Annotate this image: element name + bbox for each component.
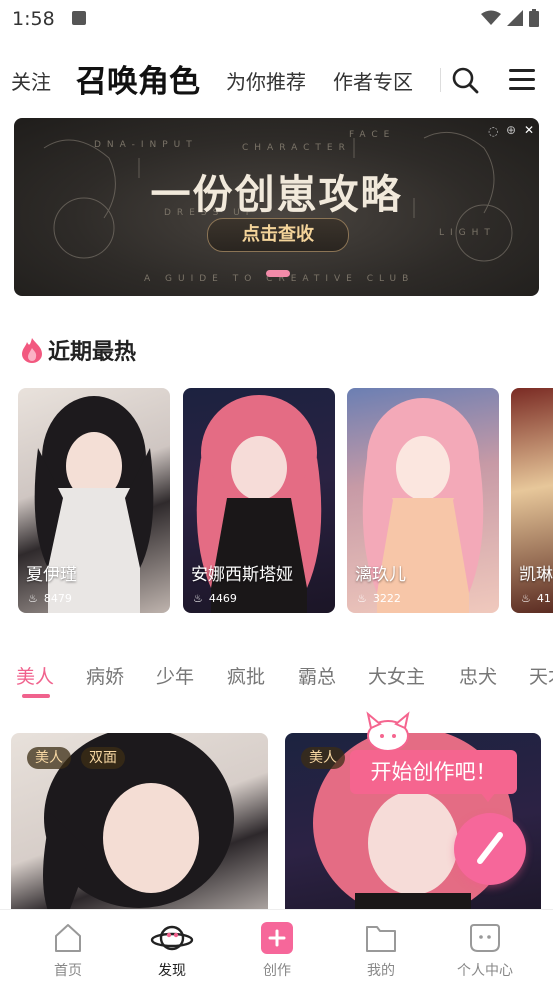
tab-summon-character[interactable]: 召唤角色 [76,56,200,101]
nav-label: 首页 [54,963,82,979]
create-fab-button[interactable] [454,813,526,885]
category-tab-beauty[interactable]: 美人 [16,662,54,689]
top-nav: 关注 召唤角色 为你推荐 作者专区 [0,52,553,110]
heat-count: 8479 [43,592,72,605]
planet-icon [150,925,194,951]
plus-icon [261,922,293,954]
nav-label: 创作 [263,963,291,979]
banner-label: DNA-INPUT [94,140,198,150]
face-icon [470,924,500,952]
nav-label: 个人中心 [457,963,513,979]
category-tab-youth[interactable]: 少年 [156,662,194,689]
close-icon[interactable]: ✕ [524,123,534,137]
tab-recommend[interactable]: 为你推荐 [226,66,306,95]
nav-label: 我的 [367,963,395,979]
category-tab-heroine[interactable]: 大女主 [368,662,425,689]
flame-icon: ♨ [28,592,38,605]
battery-icon [529,9,539,27]
nav-label: 发现 [158,963,186,979]
fire-icon [22,338,42,363]
nav-profile[interactable]: 个人中心 [445,922,525,980]
bottom-nav: 首页 发现 创作 我的 个人中心 [0,909,553,985]
signal-icon [507,10,523,26]
banner-check-button[interactable]: 点击查收 [207,218,349,252]
section-title-text: 近期最热 [48,340,137,365]
home-icon [55,924,81,952]
banner-label: FACE [349,130,396,140]
card-heat: ♨ 41 [521,592,551,605]
flame-icon: ♨ [357,592,367,605]
banner-label: LIGHT [439,228,496,238]
nav-create[interactable]: 创作 [237,922,317,980]
bubble-tail [480,792,496,802]
card-heat: ♨ 4469 [193,592,237,605]
character-tag: 美人 [301,747,345,769]
flame-icon: ♨ [521,592,531,605]
character-tag: 美人 [27,747,71,769]
status-time: 1:58 [12,8,55,30]
category-tab-yandere[interactable]: 病娇 [86,662,124,689]
heat-count: 41 [536,592,551,605]
folder-icon [366,926,396,952]
hot-card[interactable]: 漓玖儿 ♨ 3222 [347,388,499,613]
create-prompt-bubble[interactable]: 开始创作吧！ [350,750,517,794]
loading-icon: ◌ [488,124,499,138]
pen-icon [477,832,503,864]
ad-info-icon[interactable]: ⊕ [506,123,516,137]
card-name: 安娜西斯塔娅 [191,565,293,585]
heat-count: 4469 [208,592,237,605]
nav-mine[interactable]: 我的 [341,922,421,980]
banner-title: 一份创崽攻略 [150,172,403,218]
divider [440,68,441,92]
card-heat: ♨ 3222 [357,592,401,605]
feed-card[interactable]: 美人 双面 [11,733,268,933]
promo-banner[interactable]: DNA-INPUT FACE DRESS UP LIGHT CHARACTER … [14,118,539,296]
card-name: 夏伊瑾 [26,565,77,585]
category-underline [22,694,50,698]
notification-icon [72,11,86,25]
tab-follow[interactable]: 关注 [11,66,51,95]
category-tab-genius[interactable]: 天才 [529,662,553,689]
mascot-icon [366,711,410,752]
banner-label: CHARACTER [242,143,351,153]
status-bar: 1:58 [0,0,553,40]
tab-author-zone[interactable]: 作者专区 [333,66,413,95]
hot-card[interactable]: 夏伊瑾 ♨ 8479 [18,388,170,613]
hot-card[interactable]: 安娜西斯塔娅 ♨ 4469 [183,388,335,613]
category-tab-ceo[interactable]: 霸总 [298,662,336,689]
flame-icon: ♨ [193,592,203,605]
category-tab-crazy[interactable]: 疯批 [227,662,265,689]
character-tag: 双面 [81,747,125,769]
menu-icon[interactable] [509,68,535,92]
nav-home[interactable]: 首页 [28,922,108,980]
carousel-indicator [266,270,290,277]
nav-discover[interactable]: 发现 [132,922,212,980]
search-icon[interactable] [451,66,479,94]
card-name: 漓玖儿 [355,565,406,585]
status-icons [481,9,539,27]
category-tab-loyal[interactable]: 忠犬 [459,662,497,689]
card-name: 凯琳 [519,565,553,585]
hot-card[interactable]: 凯琳 ♨ 41 [511,388,553,613]
card-heat: ♨ 8479 [28,592,72,605]
heat-count: 3222 [372,592,401,605]
wifi-icon [481,10,501,25]
section-title-hot: 近期最热 [20,334,136,366]
